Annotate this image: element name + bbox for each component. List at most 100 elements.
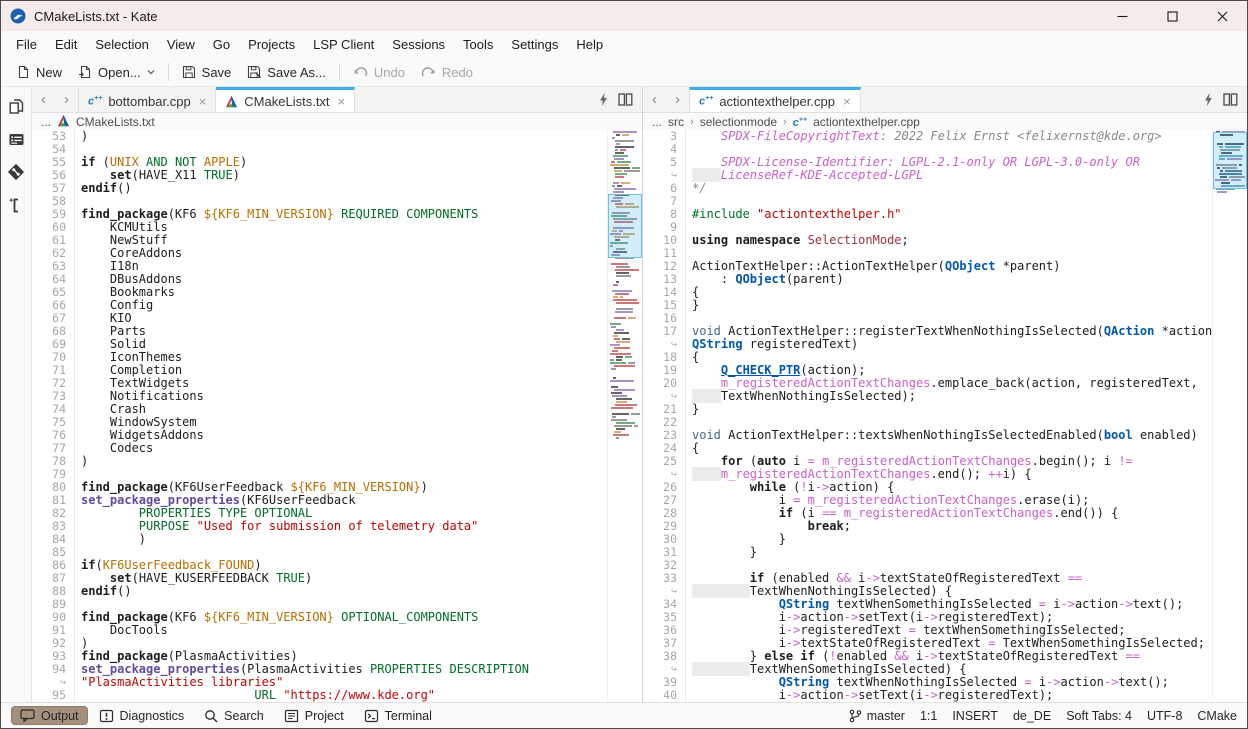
- main-area: ‹ › c++bottombar.cpp×CMakeLists.txt× ...…: [1, 87, 1247, 702]
- minimap-line: [614, 332, 629, 334]
- tab-back-button[interactable]: ‹: [32, 87, 55, 112]
- tab-close-icon[interactable]: ×: [336, 94, 346, 109]
- statusbar-cmake[interactable]: CMake: [1197, 709, 1237, 723]
- statusbar-1-1[interactable]: 1:1: [920, 709, 937, 723]
- minimap-line: [615, 293, 629, 295]
- quick-open-icon[interactable]: [1204, 93, 1213, 106]
- line-number: 4: [643, 143, 686, 156]
- tab-label: actiontexthelper.cpp: [719, 94, 835, 109]
- minimap-viewport[interactable]: [608, 194, 642, 258]
- tab-forward-button[interactable]: ›: [666, 87, 689, 112]
- toolbar-separator: [168, 63, 169, 81]
- minimap-line: [617, 185, 622, 187]
- cpp-file-icon: c++: [793, 117, 807, 129]
- save-as-button[interactable]: Save As...: [239, 62, 334, 83]
- save-button[interactable]: Save: [174, 62, 240, 83]
- minimap-line: [613, 191, 624, 193]
- new-button[interactable]: New: [9, 62, 70, 83]
- split-view-icon[interactable]: [1223, 93, 1238, 106]
- git-branch-icon: [849, 709, 862, 723]
- split-view-icon[interactable]: [618, 93, 633, 106]
- statusbar-search-button[interactable]: Search: [195, 707, 273, 725]
- code-area[interactable]: 3 SPDX-FileCopyrightText: 2022 Felix Ern…: [643, 130, 1212, 702]
- redo-label: Redo: [442, 65, 473, 80]
- window-controls: [1097, 1, 1247, 31]
- menubar-item-view[interactable]: View: [158, 33, 204, 56]
- minimap-line: [613, 299, 637, 301]
- minimap-line: [616, 266, 630, 268]
- diagnostics-icon: [99, 709, 114, 723]
- breadcrumb-separator: ›: [783, 116, 787, 128]
- menubar-item-selection[interactable]: Selection: [86, 33, 157, 56]
- menubar-item-edit[interactable]: Edit: [46, 33, 86, 56]
- new-icon: [17, 65, 30, 79]
- minimap-line: [616, 428, 625, 430]
- breadcrumb-separator: ›: [690, 116, 694, 128]
- minimap-line: [612, 416, 616, 418]
- open-button[interactable]: Open...: [70, 62, 163, 83]
- line-number: 6: [643, 182, 686, 195]
- minimize-button[interactable]: [1097, 1, 1147, 31]
- code-line: ↪ TextWhenNothingIsSelected);: [643, 390, 1212, 403]
- code-line: 88endif(): [32, 585, 607, 598]
- minimap-line: [614, 389, 635, 391]
- sidebar-tool-documents[interactable]: [6, 96, 26, 116]
- minimap-line: [610, 353, 631, 355]
- quick-open-icon[interactable]: [599, 93, 608, 106]
- code-line: 23void ActionTextHelper::textsWhenNothin…: [643, 429, 1212, 442]
- tab-actiontexthelper-cpp[interactable]: c++actiontexthelper.cpp×: [689, 87, 861, 112]
- sidebar-tool-file-list[interactable]: [6, 129, 26, 149]
- minimap-scrollbar[interactable]: [607, 130, 642, 702]
- minimap-line: [613, 377, 616, 379]
- sidebar-tool-lsp-symbols[interactable]: [6, 195, 26, 215]
- tab-forward-button[interactable]: ›: [55, 87, 78, 112]
- tabbar-right: ‹ › c++actiontexthelper.cpp×: [643, 87, 1247, 113]
- open-icon: [78, 65, 92, 79]
- statusbar-master[interactable]: master: [849, 709, 905, 723]
- tab-close-icon[interactable]: ×: [197, 94, 207, 109]
- minimap-line: [612, 290, 632, 292]
- minimap-viewport[interactable]: [1213, 132, 1247, 189]
- menubar-item-help[interactable]: Help: [567, 33, 612, 56]
- tab-back-button[interactable]: ‹: [643, 87, 666, 112]
- minimap-line: [616, 143, 620, 145]
- tab-cmakelists-txt[interactable]: CMakeLists.txt×: [216, 87, 355, 112]
- breadcrumb-item-actiontexthelper-cpp[interactable]: actiontexthelper.cpp: [813, 115, 920, 129]
- statusbar-value: master: [867, 709, 905, 723]
- code-area[interactable]: 53)5455if (UNIX AND NOT APPLE)56 set(HAV…: [32, 130, 607, 702]
- statusbar-insert[interactable]: INSERT: [952, 709, 998, 723]
- minimap-line: [613, 434, 629, 436]
- statusbar-diagnostics-button[interactable]: Diagnostics: [90, 707, 194, 725]
- statusbar-utf-8[interactable]: UTF-8: [1147, 709, 1182, 723]
- minimap-line: [613, 335, 618, 337]
- menubar-item-go[interactable]: Go: [204, 33, 239, 56]
- output-icon: [20, 708, 35, 723]
- minimap-line: [610, 344, 620, 346]
- tab-bottombar-cpp[interactable]: c++bottombar.cpp×: [78, 87, 216, 112]
- cmake-icon: [57, 114, 70, 127]
- minimap-scrollbar[interactable]: [1212, 130, 1247, 702]
- close-button[interactable]: [1197, 1, 1247, 31]
- breadcrumb-item-selectionmode[interactable]: selectionmode: [700, 115, 777, 129]
- breadcrumb-item-cmakelists-txt[interactable]: CMakeLists.txt: [76, 115, 155, 129]
- code-line: 8#include "actiontexthelper.h": [643, 208, 1212, 221]
- tab-close-icon[interactable]: ×: [841, 94, 851, 109]
- menubar-item-sessions[interactable]: Sessions: [383, 33, 454, 56]
- statusbar-de-de[interactable]: de_DE: [1013, 709, 1051, 723]
- statusbar-project-button[interactable]: Project: [275, 707, 353, 725]
- maximize-button[interactable]: [1147, 1, 1197, 31]
- statusbar-label: Project: [305, 709, 344, 723]
- menubar-item-settings[interactable]: Settings: [502, 33, 567, 56]
- menubar-item-lsp-client[interactable]: LSP Client: [304, 33, 383, 56]
- line-number: 38: [643, 650, 686, 663]
- breadcrumb-item-src[interactable]: src: [668, 115, 684, 129]
- sidebar-tool-git[interactable]: [6, 162, 26, 182]
- menubar-item-projects[interactable]: Projects: [239, 33, 304, 56]
- statusbar-terminal-button[interactable]: Terminal: [355, 707, 441, 725]
- statusbar-output-button[interactable]: Output: [11, 706, 88, 725]
- breadcrumb-item-[interactable]: ...: [652, 115, 662, 129]
- breadcrumb-item-[interactable]: ...: [41, 115, 51, 129]
- menubar-item-tools[interactable]: Tools: [454, 33, 502, 56]
- statusbar-soft-tabs-4[interactable]: Soft Tabs: 4: [1066, 709, 1132, 723]
- menubar-item-file[interactable]: File: [7, 33, 46, 56]
